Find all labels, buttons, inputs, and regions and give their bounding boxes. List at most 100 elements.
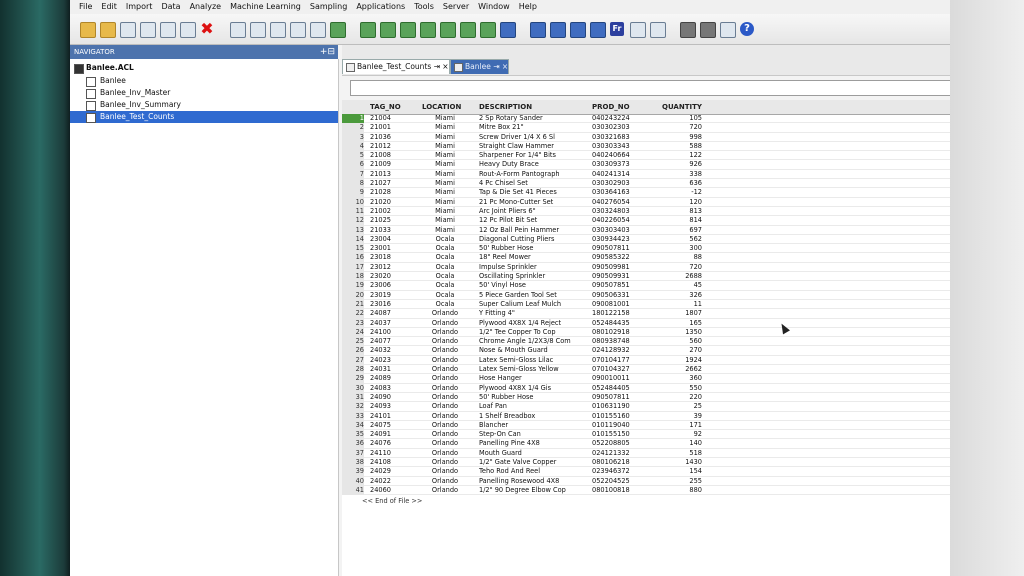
table-row[interactable]: 36 24076 Orlando Panelling Pine 4X8 05220880… (342, 439, 950, 449)
statistics-icon[interactable] (310, 22, 326, 38)
table-row[interactable]: 37 24110 Orlando Mouth Guard 024121332 518 (342, 448, 950, 458)
menu-import[interactable]: Import (126, 0, 153, 14)
column-header-description[interactable]: DESCRIPTION (479, 103, 532, 111)
table-row[interactable]: 22 24087 Orlando Y Fitting 4" 180122158 1807 (342, 309, 950, 319)
table-row[interactable]: 25 24077 Orlando Chrome Angle 1/2X3/8 Com 08… (342, 337, 950, 347)
histogram-icon[interactable] (460, 22, 476, 38)
table-row[interactable]: 19 23006 Ocala 50' Vinyl Hose 090507851 45 (342, 281, 950, 291)
table-row[interactable]: 16 23018 Ocala 18" Reel Mower 090585322 88 (342, 253, 950, 263)
table-row[interactable]: 33 24101 Orlando 1 Shelf Breadbox 010155160 3… (342, 411, 950, 421)
print-icon[interactable] (680, 22, 696, 38)
classify-icon[interactable] (400, 22, 416, 38)
table-row[interactable]: 13 21033 Miami 12 Oz Ball Pein Hammer 030303… (342, 225, 950, 235)
table-row[interactable]: 12 21025 Miami 12 Pc Pilot Bit Set 040226054… (342, 216, 950, 226)
table-row[interactable]: 31 24090 Orlando 50' Rubber Hose 090507811 22… (342, 392, 950, 403)
cross-tab-icon[interactable] (480, 22, 496, 38)
menu-edit[interactable]: Edit (101, 0, 117, 14)
sample-icon[interactable] (500, 22, 516, 38)
duplicates-icon[interactable] (570, 22, 586, 38)
table-row[interactable]: 38 24108 Orlando 1/2" Gate Valve Copper 0801… (342, 457, 950, 468)
table-row[interactable]: 14 23004 Ocala Diagonal Cutting Pliers 03093… (342, 234, 950, 245)
menu-server[interactable]: Server (443, 0, 469, 14)
cut-icon[interactable] (120, 22, 136, 38)
table-row[interactable]: 11 21002 Miami Arc Joint Pliers 6" 030324803… (342, 206, 950, 217)
table-row[interactable]: 20 23019 Ocala 5 Piece Garden Tool Set 09050… (342, 290, 950, 300)
table-row[interactable]: 35 24091 Orlando Step-On Can 010155150 92 (342, 430, 950, 440)
report-icon[interactable] (650, 22, 666, 38)
window-icon[interactable] (720, 22, 736, 38)
project-node[interactable]: Banlee.ACL (70, 62, 338, 74)
sort-icon[interactable] (270, 22, 286, 38)
table-row[interactable]: 2 21001 Miami Mitre Box 21" 030302303 720 (342, 123, 950, 133)
table-row[interactable]: 6 21009 Miami Heavy Duty Brace 030309373 926 (342, 160, 950, 170)
table-row[interactable]: 5 21008 Miami Sharpener For 1/4" Bits 040240… (342, 151, 950, 161)
undo-icon[interactable] (180, 22, 196, 38)
navigator-item-banlee-test-counts[interactable]: Banlee_Test_Counts (70, 111, 338, 123)
chart-icon[interactable] (290, 22, 306, 38)
menu-machine-learning[interactable]: Machine Learning (230, 0, 301, 14)
evaluate-icon[interactable] (530, 22, 546, 38)
navigator-item-banlee-inv-summary[interactable]: Banlee_Inv_Summary (70, 99, 338, 111)
menu-analyze[interactable]: Analyze (190, 0, 222, 14)
tab-banlee[interactable]: Banlee ⇥ × (450, 59, 510, 74)
menu-applications[interactable]: Applications (356, 0, 405, 14)
table-row[interactable]: 9 21028 Miami Tap & Die Set 41 Pieces 030364… (342, 188, 950, 198)
table-row[interactable]: 40 24022 Orlando Panelling Rosewood 4X8 0522… (342, 476, 950, 486)
table-row[interactable]: 17 23012 Ocala Impulse Sprinkler 090509981 72… (342, 262, 950, 273)
menu-help[interactable]: Help (519, 0, 537, 14)
filter-icon[interactable] (250, 22, 266, 38)
table-row[interactable]: 7 21013 Miami Rout-A-Form Pantograph 0402413… (342, 169, 950, 180)
table-row[interactable]: 8 21027 Miami 4 Pc Chisel Set 030302903 636 (342, 179, 950, 189)
age-icon[interactable] (440, 22, 456, 38)
table-row[interactable]: 28 24031 Orlando Latex Semi-Gloss Yellow 070… (342, 365, 950, 375)
table-row[interactable]: 32 24093 Orlando Loaf Pan 010631190 25 (342, 402, 950, 412)
fuzzy-icon[interactable]: Fr (610, 22, 624, 36)
navigator-item-banlee-inv-master[interactable]: Banlee_Inv_Master (70, 87, 338, 99)
copy-icon[interactable] (140, 22, 156, 38)
menu-file[interactable]: File (79, 0, 92, 14)
menu-tools[interactable]: Tools (414, 0, 434, 14)
menu-window[interactable]: Window (478, 0, 510, 14)
menu-data[interactable]: Data (161, 0, 180, 14)
navigator-item-banlee[interactable]: Banlee (70, 75, 338, 87)
benford-icon[interactable] (550, 22, 566, 38)
column-header-location[interactable]: LOCATION (422, 103, 461, 111)
column-header-tag-no[interactable]: TAG_NO (370, 103, 401, 111)
table-row[interactable]: 23 24037 Orlando Plywood 4X8X 1/4 Reject 052… (342, 318, 950, 328)
help-icon[interactable]: ? (740, 22, 754, 36)
menu-sampling[interactable]: Sampling (310, 0, 347, 14)
column-header-quantity[interactable]: QUANTITY (662, 103, 702, 111)
summarize-icon[interactable] (380, 22, 396, 38)
print-preview-icon[interactable] (700, 22, 716, 38)
join-icon[interactable] (330, 22, 346, 38)
table-row[interactable]: 18 23020 Ocala Oscillating Sprinkler 0905099… (342, 272, 950, 282)
table-row[interactable]: 27 24023 Orlando Latex Semi-Gloss Lilac 0701… (342, 355, 950, 366)
stratify-icon[interactable] (420, 22, 436, 38)
delete-icon[interactable]: ✖ (200, 21, 214, 37)
table-row[interactable]: 41 24060 Orlando 1/2" 90 Degree Elbow Cop 08… (342, 485, 950, 496)
tag-no-cell: 21025 (370, 216, 391, 225)
table-row[interactable]: 4 21012 Miami Straight Claw Hammer 030303343… (342, 141, 950, 152)
new-folder-icon[interactable] (100, 22, 116, 38)
table-row[interactable]: 39 24029 Orlando Teho Rod And Reel 023946372… (342, 467, 950, 477)
table-row[interactable]: 29 24089 Orlando Hose Hanger 090010011 360 (342, 374, 950, 384)
table-row[interactable]: 21 23016 Ocala Super Calium Leaf Mulch 09008… (342, 299, 950, 310)
table-row[interactable]: 34 24075 Orlando Blancher 010119040 171 (342, 420, 950, 431)
table-row[interactable]: 10 21020 Miami 21 Pc Mono-Cutter Set 0402760… (342, 197, 950, 207)
command-line-input[interactable] (350, 80, 950, 96)
table-row[interactable]: 26 24032 Orlando Nose & Mouth Guard 02412893… (342, 346, 950, 356)
open-folder-icon[interactable] (80, 22, 96, 38)
table-row[interactable]: 1 21004 Miami 2 Sp Rotary Sander 040243224 10… (342, 114, 950, 124)
table-row[interactable]: 15 23001 Ocala 50' Rubber Hose 090507811 300 (342, 244, 950, 254)
column-header-prod-no[interactable]: PROD_NO (592, 103, 630, 111)
navigator-actions[interactable]: +⊟ (320, 45, 335, 59)
export-icon[interactable] (630, 22, 646, 38)
gaps-icon[interactable] (590, 22, 606, 38)
paste-icon[interactable] (160, 22, 176, 38)
table-row[interactable]: 24 24100 Orlando 1/2" Tee Copper To Cop 0801… (342, 327, 950, 338)
table-icon[interactable] (230, 22, 246, 38)
table-row[interactable]: 30 24083 Orlando Plywood 4X8X 1/4 Gis 052484… (342, 383, 950, 393)
table-row[interactable]: 3 21036 Miami Screw Driver 1/4 X 6 Sl 030321… (342, 132, 950, 142)
tab-banlee-test-counts[interactable]: Banlee_Test_Counts ⇥ × (342, 59, 450, 74)
merge-icon[interactable] (360, 22, 376, 38)
